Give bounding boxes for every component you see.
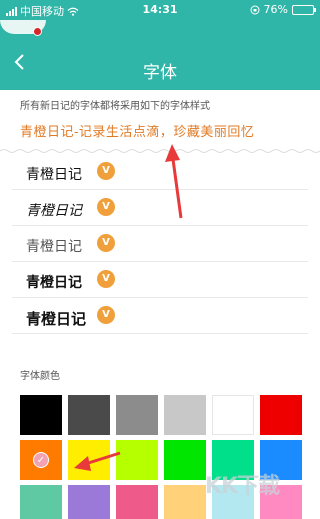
font-option-label: 青橙日记 xyxy=(26,238,82,254)
watermark-logo: KK下载 xyxy=(205,468,280,500)
vip-badge-icon: V xyxy=(97,270,115,288)
color-swatch[interactable]: ✓ xyxy=(20,440,62,480)
font-description: 所有新日记的字体都将采用如下的字体样式 xyxy=(20,101,210,112)
color-swatch[interactable] xyxy=(20,485,62,519)
color-swatch[interactable] xyxy=(68,440,110,480)
status-bar: 中国移动 14:31 76% xyxy=(0,0,320,20)
checkmark-icon: ✓ xyxy=(33,452,49,468)
font-preview-text: 青橙日记-记录生活点滴，珍藏美丽回忆 xyxy=(20,125,255,140)
font-option[interactable]: 青橙日记 V xyxy=(12,190,308,226)
status-right: 76% xyxy=(250,3,316,16)
color-swatch[interactable] xyxy=(68,395,110,435)
color-palette: ✓ xyxy=(20,395,302,519)
vip-badge-icon: V xyxy=(97,234,115,252)
color-swatch[interactable] xyxy=(164,485,206,519)
font-settings-content: 所有新日记的字体都将采用如下的字体样式 青橙日记-记录生活点滴，珍藏美丽回忆 青… xyxy=(0,90,320,519)
color-swatch[interactable] xyxy=(116,395,158,435)
app-header: 字体 xyxy=(0,20,320,90)
vip-badge-icon: V xyxy=(97,306,115,324)
color-swatch[interactable] xyxy=(164,395,206,435)
font-option-label: 青橙日记 xyxy=(26,167,82,183)
notification-dot xyxy=(33,27,42,36)
vip-badge-icon: V xyxy=(97,198,115,216)
page-title: 字体 xyxy=(143,63,177,83)
color-swatch[interactable] xyxy=(212,395,254,435)
battery-icon xyxy=(292,4,316,15)
font-option[interactable]: 青橙日记 V xyxy=(12,262,308,298)
watermark-text: KK下载 xyxy=(205,474,280,499)
font-option[interactable]: 青橙日记 V xyxy=(12,298,308,334)
color-swatch[interactable] xyxy=(20,395,62,435)
font-option[interactable]: 青橙日记 V xyxy=(12,226,308,262)
font-list: 青橙日记 V 青橙日记 V 青橙日记 V 青橙日记 V 青橙日记 V xyxy=(12,154,308,334)
color-swatch[interactable] xyxy=(68,485,110,519)
color-section-label: 字体颜色 xyxy=(20,371,60,382)
rotation-lock-icon xyxy=(250,5,260,14)
color-swatch[interactable] xyxy=(260,395,302,435)
color-swatch[interactable] xyxy=(116,485,158,519)
vip-badge-icon: V xyxy=(97,162,115,180)
font-option-label: 青橙日记 xyxy=(26,310,87,328)
font-option-label: 青橙日记 xyxy=(26,275,82,291)
font-option-label: 青橙日记 xyxy=(26,204,82,219)
font-option[interactable]: 青橙日记 V xyxy=(12,154,308,190)
color-swatch[interactable] xyxy=(164,440,206,480)
battery-percent: 76% xyxy=(263,3,288,16)
color-swatch[interactable] xyxy=(116,440,158,480)
